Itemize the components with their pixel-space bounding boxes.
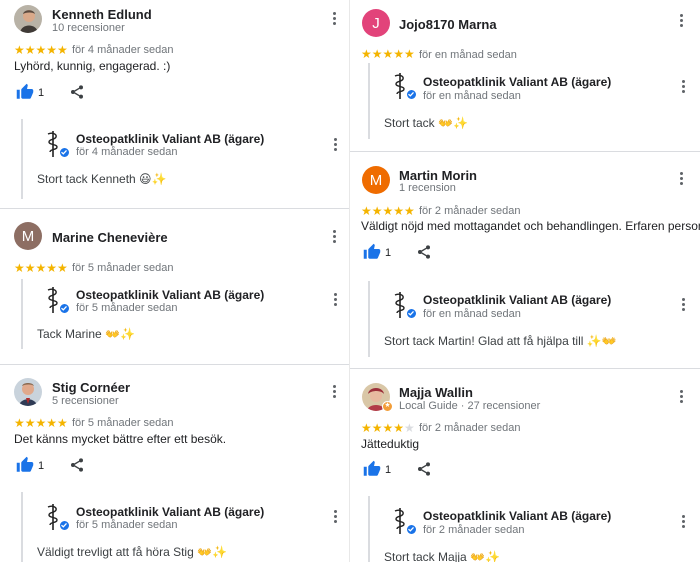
review-time: för en månad sedan [419, 49, 517, 61]
reply-text: Väldigt trevligt att få höra Stig 👐✨ [37, 545, 227, 559]
review-card: J Jojo8170 Marna ★★★★★ för en månad seda… [350, 0, 700, 151]
reviewer-name[interactable]: Martin Morin [399, 168, 477, 183]
reply-time: för 5 månader sedan [76, 302, 178, 314]
review-time: för 4 månader sedan [72, 44, 174, 56]
owner-reply: Osteopatklinik Valiant AB (ägare) för 4 … [21, 119, 341, 199]
verified-check-icon [406, 89, 417, 100]
more-vert-icon[interactable] [330, 229, 338, 247]
owner-name[interactable]: Osteopatklinik Valiant AB (ägare) [423, 75, 611, 89]
owner-name[interactable]: Osteopatklinik Valiant AB (ägare) [423, 293, 611, 307]
more-vert-icon[interactable] [679, 514, 687, 532]
review-time: för 5 månader sedan [72, 262, 174, 274]
review-card: Stig Cornéer 5 recensioner ★★★★★ för 5 m… [0, 365, 350, 562]
more-vert-icon[interactable] [331, 292, 339, 310]
reply-time: för 5 månader sedan [76, 519, 178, 531]
owner-name[interactable]: Osteopatklinik Valiant AB (ägare) [423, 509, 611, 523]
more-vert-icon[interactable] [330, 11, 338, 29]
reviewer-name[interactable]: Kenneth Edlund [52, 7, 152, 22]
like-count: 1 [38, 460, 45, 472]
more-vert-icon[interactable] [679, 79, 687, 97]
thumb-up-icon[interactable] [363, 243, 381, 261]
share-icon[interactable] [416, 244, 432, 260]
more-vert-icon[interactable] [331, 137, 339, 155]
review-card: Kenneth Edlund 10 recensioner ★★★★★ för … [0, 0, 350, 208]
review-card: M Martin Morin 1 recension ★★★★★ för 2 m… [350, 152, 700, 368]
more-vert-icon[interactable] [677, 13, 685, 31]
review-text: Väldigt nöjd med mottagandet och behandl… [361, 219, 700, 233]
review-time: för 5 månader sedan [72, 417, 174, 429]
reviews-column-left: Kenneth Edlund 10 recensioner ★★★★★ för … [0, 0, 350, 562]
verified-check-icon [406, 524, 417, 535]
reviewer-review-count: Local Guide · 27 recensioner [399, 400, 541, 412]
verified-check-icon [59, 303, 70, 314]
reviewer-review-count: 10 recensioner [52, 22, 125, 34]
avatar[interactable] [14, 378, 42, 406]
star-rating: ★★★★★ [361, 421, 415, 435]
reviewer-name[interactable]: Majja Wallin [399, 385, 473, 400]
avatar[interactable]: M [362, 166, 390, 194]
review-card: ★ Majja Wallin Local Guide · 27 recensio… [350, 369, 700, 562]
verified-check-icon [59, 147, 70, 158]
reviewer-review-count: 1 recension [399, 182, 456, 194]
reviewer-name[interactable]: Jojo8170 Marna [399, 17, 497, 32]
review-text: Det känns mycket bättre efter ett besök. [14, 432, 227, 446]
star-rating: ★★★★★ [361, 204, 415, 218]
owner-reply: Osteopatklinik Valiant AB (ägare) för 5 … [21, 279, 341, 349]
star-rating: ★★★★★ [14, 43, 68, 57]
more-vert-icon[interactable] [677, 171, 685, 189]
avatar[interactable] [14, 5, 42, 33]
owner-reply: Osteopatklinik Valiant AB (ägare) för 5 … [21, 492, 341, 562]
reply-time: för en månad sedan [423, 90, 521, 102]
avatar[interactable]: J [362, 9, 390, 37]
owner-reply: Osteopatklinik Valiant AB (ägare) för en… [368, 281, 688, 357]
reply-time: för 4 månader sedan [76, 146, 178, 158]
like-count: 1 [385, 464, 392, 476]
reviewer-review-count: 5 recensioner [52, 395, 119, 407]
owner-name[interactable]: Osteopatklinik Valiant AB (ägare) [76, 288, 264, 302]
reply-text: Stort tack Martin! Glad att få hjälpa ti… [384, 334, 617, 348]
like-count: 1 [385, 247, 392, 259]
more-vert-icon[interactable] [677, 389, 685, 407]
verified-check-icon [406, 308, 417, 319]
reply-text: Stort tack Majja 👐✨ [384, 550, 500, 562]
thumb-up-icon[interactable] [16, 83, 34, 101]
thumb-up-icon[interactable] [363, 460, 381, 478]
owner-name[interactable]: Osteopatklinik Valiant AB (ägare) [76, 132, 264, 146]
reviewer-name[interactable]: Stig Cornéer [52, 380, 130, 395]
more-vert-icon[interactable] [331, 509, 339, 527]
verified-check-icon [59, 520, 70, 531]
local-guide-badge-icon: ★ [382, 401, 393, 412]
review-time: för 2 månader sedan [419, 422, 521, 434]
reply-text: Tack Marine 👐✨ [37, 327, 135, 341]
like-count: 1 [38, 87, 45, 99]
more-vert-icon[interactable] [679, 297, 687, 315]
owner-reply: Osteopatklinik Valiant AB (ägare) för en… [368, 63, 688, 139]
review-text: Lyhörd, kunnig, engagerad. :) [14, 59, 171, 73]
reply-time: för en månad sedan [423, 308, 521, 320]
avatar[interactable]: M [14, 222, 42, 250]
reply-time: för 2 månader sedan [423, 524, 525, 536]
owner-name[interactable]: Osteopatklinik Valiant AB (ägare) [76, 505, 264, 519]
review-time: för 2 månader sedan [419, 205, 521, 217]
share-icon[interactable] [69, 84, 85, 100]
star-rating: ★★★★★ [361, 47, 415, 61]
review-card: M Marine Chenevière ★★★★★ för 5 månader … [0, 209, 350, 364]
thumb-up-icon[interactable] [16, 456, 34, 474]
reply-text: Stort tack Kenneth 😃✨ [37, 172, 167, 186]
review-text: Jätteduktig [361, 437, 420, 451]
reply-text: Stort tack 👐✨ [384, 116, 468, 130]
owner-reply: Osteopatklinik Valiant AB (ägare) för 2 … [368, 496, 688, 562]
star-rating: ★★★★★ [14, 261, 68, 275]
reviews-column-right: J Jojo8170 Marna ★★★★★ för en månad seda… [350, 0, 700, 562]
share-icon[interactable] [416, 461, 432, 477]
more-vert-icon[interactable] [330, 384, 338, 402]
share-icon[interactable] [69, 457, 85, 473]
star-rating: ★★★★★ [14, 416, 68, 430]
reviewer-name[interactable]: Marine Chenevière [52, 230, 168, 245]
